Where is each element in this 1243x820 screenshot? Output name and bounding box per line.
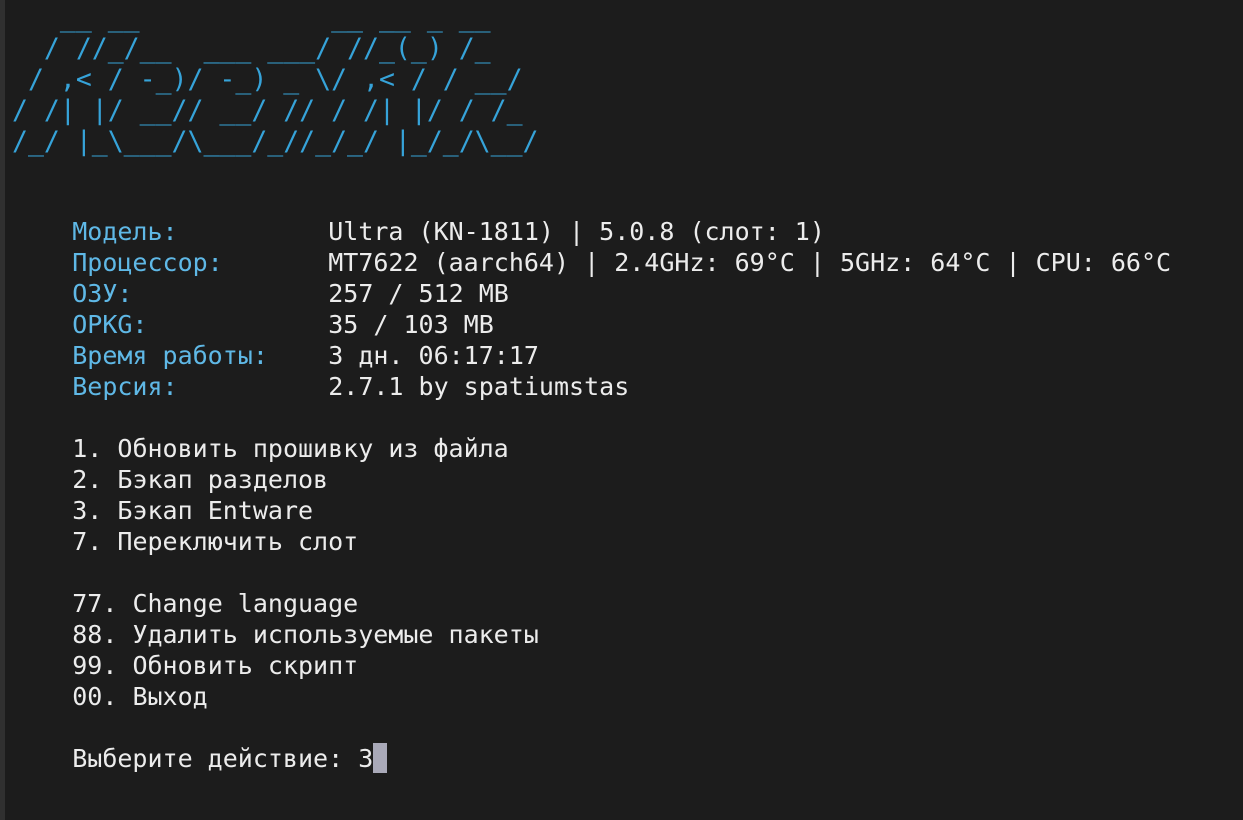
info-row-version: Версия: 2.7.1 by spatiumstas: [12, 340, 629, 401]
info-row-opkg: OPKG: 35 / 103 MB: [12, 278, 494, 339]
menu-item-label: Выход: [132, 682, 208, 711]
terminal-window[interactable]: __ __ __ __ _ __ / //_/__ ___ ___/ //_(_…: [0, 0, 1243, 820]
menu-item-update-script: 99. Обновить скрипт: [12, 619, 358, 680]
info-row-model: Модель: Ultra (KN-1811) | 5.0.8 (слот: 1): [12, 185, 825, 246]
command-prompt[interactable]: Выберите действие: 3: [12, 712, 388, 773]
menu-item-remove-packages: 88. Удалить используемые пакеты: [12, 588, 539, 649]
prompt-input[interactable]: 3: [358, 744, 373, 773]
text-cursor: [373, 743, 388, 773]
menu-item-key: 7.: [72, 527, 103, 556]
menu-item-backup-partitions: 2. Бэкап разделов: [12, 433, 328, 494]
info-value: 2.7.1 by spatiumstas: [328, 372, 630, 401]
info-label: Версия:: [72, 372, 178, 401]
menu-item-label: Переключить слот: [117, 527, 359, 556]
menu-item-exit: 00. Выход: [12, 650, 207, 711]
menu-item-update-firmware: 1. Обновить прошивку из файла: [12, 402, 509, 463]
menu-item-key: 00.: [72, 682, 118, 711]
menu-item-switch-slot: 7. Переключить слот: [12, 495, 358, 556]
prompt-label: Выберите действие:: [72, 744, 344, 773]
info-row-ram: ОЗУ: 257 / 512 MB: [12, 247, 509, 308]
info-row-uptime: Время работы: 3 дн. 06:17:17: [12, 309, 539, 370]
menu-item-backup-entware: 3. Бэкап Entware: [12, 464, 313, 525]
info-row-cpu: Процессор: MT7622 (aarch64) | 2.4GHz: 69°…: [12, 216, 1171, 277]
keenetic-ascii-banner: __ __ __ __ _ __ / //_/__ ___ ___/ //_(_…: [12, 2, 539, 157]
menu-item-change-language: 77. Change language: [12, 557, 358, 618]
